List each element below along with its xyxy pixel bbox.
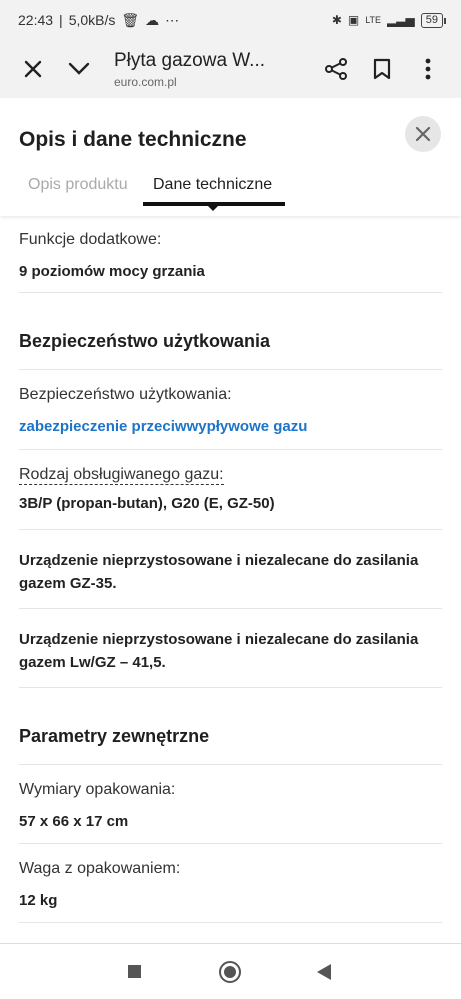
tab-opis-produktu[interactable]: Opis produktu (28, 176, 128, 194)
menu-button[interactable] (405, 46, 451, 92)
spec-value: 12 kg (19, 892, 58, 909)
spec-row-dims: Wymiary opakowania: 57 x 66 x 17 cm (19, 765, 442, 844)
system-nav-bar (0, 943, 461, 999)
battery-icon: 59 (420, 12, 447, 28)
spec-row-safety: Bezpieczeństwo użytkowania: zabezpieczen… (19, 370, 442, 450)
bookmark-icon (373, 58, 391, 80)
spec-label: Wymiary opakowania: (19, 781, 176, 798)
active-tab-caret (208, 206, 218, 211)
network-type: LTE (365, 15, 382, 25)
bookmark-button[interactable] (359, 46, 405, 92)
separator: | (59, 12, 63, 28)
note-text: Urządzenie nieprzystosowane i niezalecan… (19, 631, 419, 671)
chevron-down-icon (68, 62, 90, 75)
page-url: euro.com.pl (114, 74, 177, 89)
close-icon (415, 126, 431, 142)
close-tab-button[interactable] (10, 46, 56, 92)
page-title: Płyta gazowa W... (114, 49, 266, 71)
note-text: Urządzenie nieprzystosowane i niezalecan… (19, 552, 419, 592)
spec-row-note1: Urządzenie nieprzystosowane i niezalecan… (19, 530, 442, 609)
spec-row-weight: Waga z opakowaniem: 12 kg (19, 844, 442, 923)
spec-label: Waga z opakowaniem: (19, 860, 181, 877)
signal-icon: ▂▃▅ (387, 13, 415, 27)
sheet-title: Opis i dane techniczne (19, 128, 247, 151)
recents-button[interactable] (128, 965, 141, 978)
spec-row-funkcje: Funkcje dodatkowe: 9 poziomów mocy grzan… (19, 216, 442, 293)
gas-type-tooltip-label[interactable]: Rodzaj obsługiwanego gazu: (19, 466, 224, 485)
home-button[interactable] (219, 961, 241, 983)
section-heading: Bezpieczeństwo użytkowania (19, 331, 271, 351)
spec-row-note2: Urządzenie nieprzystosowane i niezalecan… (19, 609, 442, 688)
tab-dane-techniczne[interactable]: Dane techniczne (153, 176, 272, 194)
section-heading: Parametry zewnętrzne (19, 726, 210, 746)
cloud-icon: ☁ (145, 11, 160, 28)
spec-list: Funkcje dodatkowe: 9 poziomów mocy grzan… (0, 216, 461, 923)
back-button[interactable] (317, 964, 331, 980)
sheet-header: Opis i dane techniczne Opis produktu Dan… (0, 98, 461, 216)
share-button[interactable] (313, 46, 359, 92)
spec-label: Bezpieczeństwo użytkowania: (19, 386, 232, 403)
more-dots-icon: ⋯ (165, 11, 180, 28)
status-bar: 22:43 | 5,0kB/s 🗑 ☁ ⋯ ✱ ▣ LTE ▂▃▅ 59 (0, 0, 461, 40)
section-params: Parametry zewnętrzne (19, 688, 442, 765)
page-title-block[interactable]: Płyta gazowa W... euro.com.pl (114, 50, 313, 89)
spec-label: Funkcje dodatkowe: (19, 231, 162, 248)
data-speed: 5,0kB/s (68, 12, 116, 28)
clock: 22:43 (18, 12, 54, 28)
section-safety: Bezpieczeństwo użytkowania (19, 293, 442, 370)
volte-icon: ▣ (347, 13, 360, 27)
close-sheet-button[interactable] (405, 116, 441, 152)
collapse-button[interactable] (56, 46, 102, 92)
browser-toolbar: Płyta gazowa W... euro.com.pl (0, 40, 461, 98)
spec-value: 9 poziomów mocy grzania (19, 263, 205, 280)
spec-value: 3B/P (propan-butan), G20 (E, GZ-50) (19, 495, 275, 512)
bluetooth-icon: ✱ (331, 13, 342, 27)
spec-value: 57 x 66 x 17 cm (19, 813, 129, 830)
close-icon (24, 60, 42, 78)
trash-icon: 🗑 (121, 11, 140, 28)
share-icon (325, 58, 347, 80)
more-vert-icon (425, 58, 431, 80)
spec-row-gas: Rodzaj obsługiwanego gazu: 3B/P (propan-… (19, 450, 442, 530)
safety-link[interactable]: zabezpieczenie przeciwwypływowe gazu (19, 416, 442, 438)
